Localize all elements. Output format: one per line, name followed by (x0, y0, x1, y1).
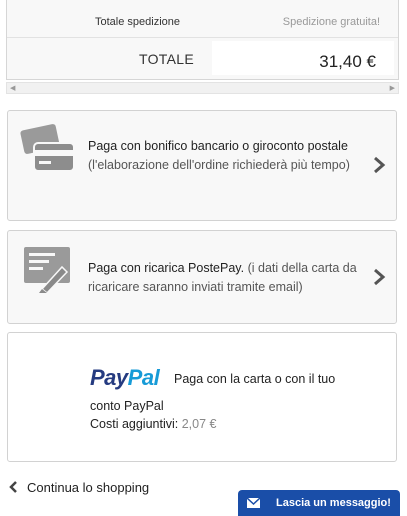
chevron-right-icon[interactable] (372, 267, 386, 287)
credit-card-icon (20, 124, 75, 172)
chevron-left-icon (9, 481, 17, 493)
paypal-text-line1: Paga con la carta o con il tuo (174, 372, 336, 386)
order-totals: Totale spedizione Spedizione gratuita! T… (6, 0, 399, 80)
horizontal-scrollbar[interactable]: ◀ ▶ (6, 82, 399, 94)
paypal-logo-pay: Pay (90, 365, 128, 390)
envelope-icon (247, 498, 260, 508)
bank-transfer-title: Paga con bonifico bancario o giroconto p… (88, 139, 348, 153)
postepay-text: Paga con ricarica PostePay. (i dati dell… (88, 259, 360, 297)
bank-transfer-note: (l'elaborazione dell'ordine richiederà p… (88, 158, 350, 172)
paypal-fee: Costi aggiuntivi: 2,07 € (90, 417, 217, 431)
shipping-label: Totale spedizione (95, 16, 181, 28)
paypal-fee-value: 2,07 € (181, 417, 217, 431)
leave-message-label: Lascia un messaggio! (276, 497, 391, 509)
bank-transfer-text: Paga con bonifico bancario o giroconto p… (88, 137, 360, 175)
paypal-logo: PayPal (90, 365, 160, 391)
total-value: 31,40 € (319, 52, 376, 71)
postepay-title: Paga con ricarica PostePay. (88, 261, 245, 275)
payment-option-bank-transfer[interactable]: Paga con bonifico bancario o giroconto p… (7, 110, 397, 221)
payment-option-paypal[interactable]: PayPal Paga con la carta o con il tuo co… (7, 332, 397, 462)
total-row: TOTALE 31,40 € (7, 38, 398, 78)
scroll-left-icon[interactable]: ◀ (10, 84, 15, 93)
total-label: TOTALE (139, 51, 194, 67)
signed-document-icon (24, 247, 70, 295)
paypal-fee-label: Costi aggiuntivi: (90, 417, 179, 431)
shipping-value: Spedizione gratuita! (282, 16, 380, 28)
shipping-row: Totale spedizione Spedizione gratuita! (7, 8, 398, 36)
leave-message-button[interactable]: Lascia un messaggio! (238, 490, 400, 516)
total-value-box: 31,40 € (212, 41, 394, 75)
scroll-right-icon[interactable]: ▶ (390, 84, 395, 93)
paypal-logo-pal: Pal (127, 365, 160, 390)
payment-option-postepay[interactable]: Paga con ricarica PostePay. (i dati dell… (7, 230, 397, 324)
paypal-text-line2: conto PayPal (90, 399, 164, 413)
chevron-right-icon[interactable] (372, 155, 386, 175)
continue-shopping-link[interactable]: Continua lo shopping (8, 480, 149, 495)
continue-shopping-label: Continua lo shopping (27, 480, 150, 495)
